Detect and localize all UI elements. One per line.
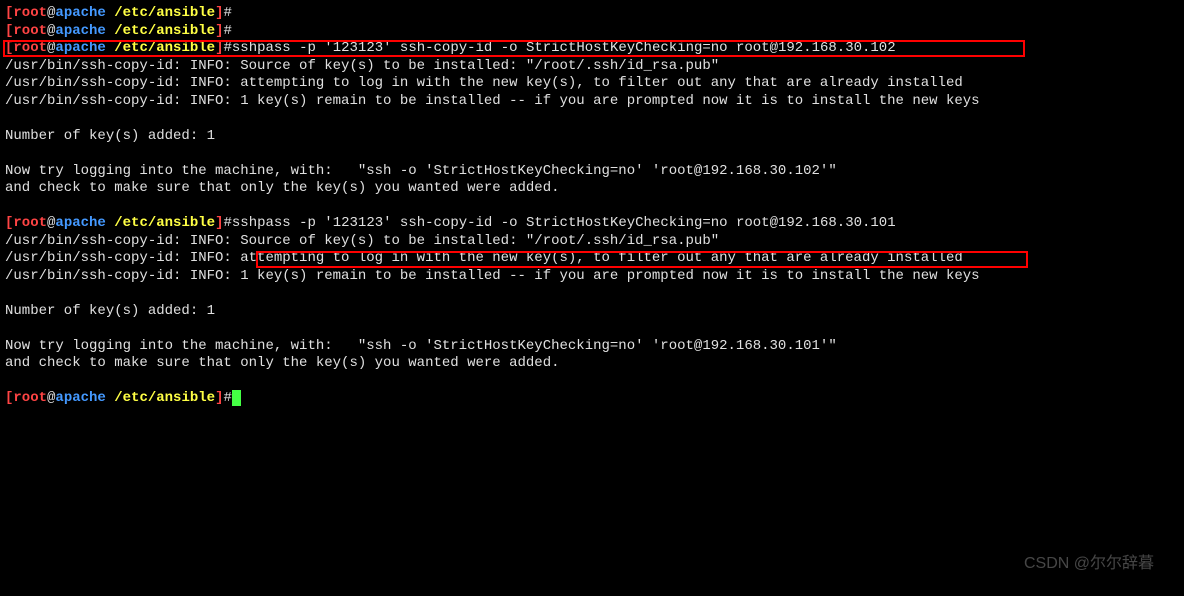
output-line: /usr/bin/ssh-copy-id: INFO: 1 key(s) rem…	[5, 268, 1179, 286]
cursor-icon	[232, 390, 241, 406]
terminal-output[interactable]: [root@apache /etc/ansible]# [root@apache…	[5, 5, 1179, 408]
output-line: /usr/bin/ssh-copy-id: INFO: Source of ke…	[5, 58, 1179, 76]
output-line: /usr/bin/ssh-copy-id: INFO: attempting t…	[5, 250, 1179, 268]
command-text: sshpass -p '123123' ssh-copy-id -o Stric…	[232, 40, 896, 56]
command-line-2: [root@apache /etc/ansible]#sshpass -p '1…	[5, 215, 1179, 233]
output-line: /usr/bin/ssh-copy-id: INFO: Source of ke…	[5, 233, 1179, 251]
output-line: Number of key(s) added: 1	[5, 303, 1179, 321]
output-line: /usr/bin/ssh-copy-id: INFO: 1 key(s) rem…	[5, 93, 1179, 111]
watermark-text: CSDN @尔尔辞暮	[1024, 554, 1154, 574]
output-line: Now try logging into the machine, with: …	[5, 338, 1179, 356]
prompt-line: [root@apache /etc/ansible]#	[5, 5, 1179, 23]
command-text: sshpass -p '123123' ssh-copy-id -o Stric…	[232, 215, 896, 231]
output-line: Number of key(s) added: 1	[5, 128, 1179, 146]
output-line: and check to make sure that only the key…	[5, 180, 1179, 198]
prompt-line: [root@apache /etc/ansible]#	[5, 23, 1179, 41]
output-line: /usr/bin/ssh-copy-id: INFO: attempting t…	[5, 75, 1179, 93]
output-line: Now try logging into the machine, with: …	[5, 163, 1179, 181]
prompt-cursor-line[interactable]: [root@apache /etc/ansible]#	[5, 390, 1179, 408]
output-line: and check to make sure that only the key…	[5, 355, 1179, 373]
command-line-1: [root@apache /etc/ansible]#sshpass -p '1…	[5, 40, 1179, 58]
